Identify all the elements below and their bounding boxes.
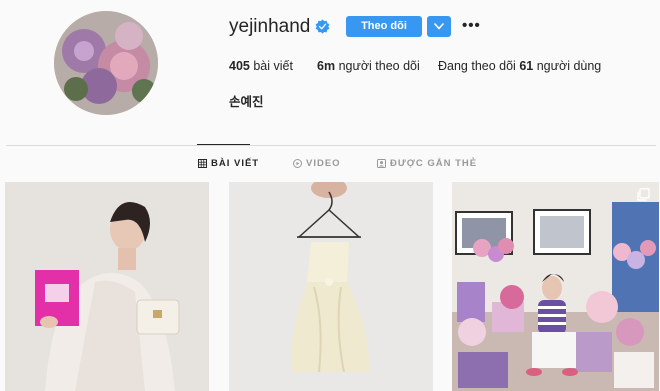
- chevron-down-icon: [434, 23, 444, 30]
- suggested-accounts-dropdown-button[interactable]: [427, 16, 451, 37]
- followers-label: người theo dõi: [338, 59, 420, 73]
- post-thumbnail[interactable]: [5, 182, 209, 391]
- following-prefix: Đang theo dõi: [438, 59, 516, 73]
- tab-tagged-label: ĐƯỢC GẮN THẺ: [390, 158, 478, 169]
- post-thumbnail[interactable]: [229, 182, 433, 391]
- following-stat[interactable]: Đang theo dõi 61 người dùng: [438, 59, 601, 73]
- tab-videos-label: VIDEO: [306, 158, 341, 169]
- tab-tagged[interactable]: ĐƯỢC GẮN THẺ: [377, 157, 476, 171]
- profile-username: yejinhand: [229, 16, 311, 37]
- following-count: 61: [519, 59, 534, 73]
- more-options-button[interactable]: •••: [462, 17, 480, 35]
- followers-count: 6m: [317, 59, 336, 73]
- posts-count: 405: [229, 59, 250, 73]
- follow-button[interactable]: Theo dõi: [346, 16, 422, 37]
- tabs-divider: [6, 145, 656, 146]
- posts-label: bài viết: [253, 59, 293, 73]
- tab-posts[interactable]: BÀI VIẾT: [198, 157, 258, 171]
- profile-avatar[interactable]: [54, 11, 158, 115]
- tagged-user-icon: [377, 159, 386, 168]
- play-circle-icon: [293, 159, 302, 168]
- profile-full-name: 손예진: [229, 95, 264, 109]
- tab-posts-label: BÀI VIẾT: [211, 158, 260, 169]
- grid-icon: [198, 159, 207, 168]
- tab-videos[interactable]: VIDEO: [293, 157, 343, 171]
- multiple-photos-icon: [637, 188, 650, 201]
- verified-badge-icon: [315, 19, 330, 34]
- post-thumbnail[interactable]: [452, 182, 659, 391]
- active-tab-indicator: [197, 144, 250, 145]
- following-suffix: người dùng: [536, 59, 602, 73]
- posts-stat: 405 bài viết: [229, 59, 293, 73]
- followers-stat[interactable]: 6m người theo dõi: [317, 59, 420, 73]
